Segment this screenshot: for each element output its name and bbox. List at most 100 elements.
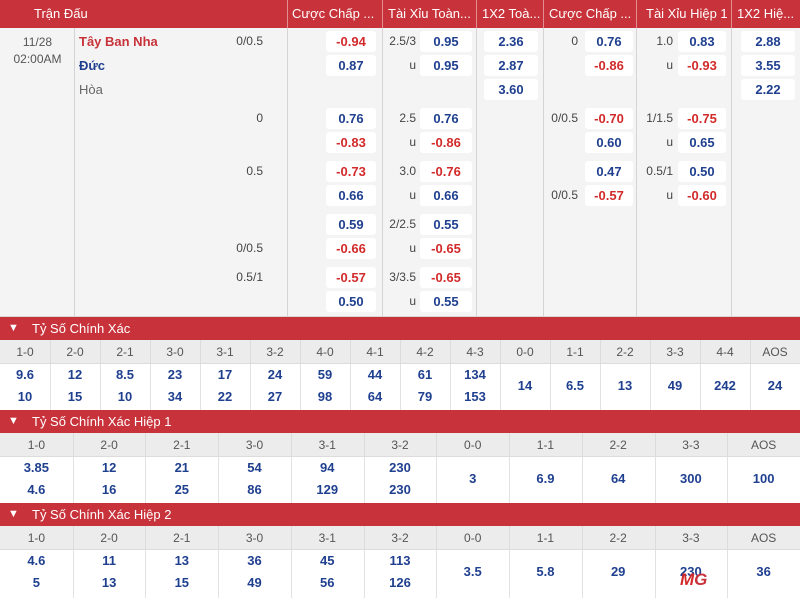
score-odd-button[interactable]: 36 — [218, 551, 291, 571]
score-odd-button[interactable]: 13 — [600, 376, 650, 396]
score-odd-button[interactable]: 113 — [364, 551, 437, 571]
ou-ft-odd-button[interactable]: -0.76 — [420, 161, 472, 182]
score-odd-button[interactable]: 129 — [291, 480, 364, 500]
section-correct-score-h2[interactable]: ▼ Tỷ Số Chính Xác Hiệp 2 — [0, 503, 800, 526]
ou-h1-odd-button[interactable]: -0.93 — [678, 55, 726, 76]
score-odd-button[interactable]: 12 — [50, 365, 100, 385]
score-odd-button[interactable]: 8.5 — [100, 365, 150, 385]
hdp-ft-odd-button[interactable]: 0.59 — [326, 214, 376, 235]
x12-h1-odd-button[interactable]: 3.55 — [741, 55, 795, 76]
chevron-down-icon[interactable]: ▼ — [8, 317, 19, 340]
score-odd-button[interactable]: 17 — [200, 365, 250, 385]
score-odd-button[interactable]: 153 — [450, 387, 500, 407]
score-odd-button[interactable]: 25 — [145, 480, 218, 500]
ou-ft-odd-button[interactable]: 0.76 — [420, 108, 472, 129]
hdp-h1-odd-button[interactable]: -0.70 — [585, 108, 633, 129]
score-odd-button[interactable]: 6.5 — [550, 376, 600, 396]
header-handicap-ft[interactable]: Cược Chấp ... — [292, 0, 382, 28]
score-odd-button[interactable]: 64 — [350, 387, 400, 407]
hdp-h1-odd-button[interactable]: 0.47 — [585, 161, 633, 182]
home-team[interactable]: Tây Ban Nha — [79, 34, 158, 49]
ou-h1-odd-button[interactable]: 0.65 — [678, 132, 726, 153]
chevron-down-icon[interactable]: ▼ — [8, 410, 19, 433]
score-odd-button[interactable]: 23 — [150, 365, 200, 385]
ou-ft-odd-button[interactable]: 0.95 — [420, 31, 472, 52]
score-odd-button[interactable]: 4.6 — [0, 480, 73, 500]
hdp-ft-odd-button[interactable]: -0.73 — [326, 161, 376, 182]
score-odd-button[interactable]: 86 — [218, 480, 291, 500]
header-ou-h1[interactable]: Tài Xỉu Hiệp 1 — [646, 0, 736, 28]
score-odd-button[interactable]: 10 — [100, 387, 150, 407]
chevron-down-icon[interactable]: ▼ — [8, 503, 19, 526]
away-team[interactable]: Đức — [79, 58, 105, 73]
hdp-ft-odd-button[interactable]: -0.57 — [326, 267, 376, 288]
score-odd-button[interactable]: 3.5 — [436, 562, 509, 582]
score-odd-button[interactable]: 14 — [500, 376, 550, 396]
score-odd-button[interactable]: 24 — [250, 365, 300, 385]
score-odd-button[interactable]: 94 — [291, 458, 364, 478]
hdp-ft-odd-button[interactable]: -0.94 — [326, 31, 376, 52]
score-odd-button[interactable]: 21 — [145, 458, 218, 478]
score-odd-button[interactable]: 5.8 — [509, 562, 582, 582]
score-odd-button[interactable]: 59 — [300, 365, 350, 385]
score-odd-button[interactable]: 126 — [364, 573, 437, 593]
x12-ft-odd-button[interactable]: 2.36 — [484, 31, 538, 52]
ou-ft-odd-button[interactable]: 0.66 — [420, 185, 472, 206]
ou-h1-odd-button[interactable]: 0.83 — [678, 31, 726, 52]
score-odd-button[interactable]: 9.6 — [0, 365, 50, 385]
ou-ft-odd-button[interactable]: -0.86 — [420, 132, 472, 153]
score-odd-button[interactable]: 24 — [750, 376, 800, 396]
score-odd-button[interactable]: 22 — [200, 387, 250, 407]
score-odd-button[interactable]: 49 — [218, 573, 291, 593]
score-odd-button[interactable]: 134 — [450, 365, 500, 385]
header-ou-ft[interactable]: Tài Xỉu Toàn... — [388, 0, 478, 28]
hdp-h1-odd-button[interactable]: 0.76 — [585, 31, 633, 52]
score-odd-button[interactable]: 49 — [650, 376, 700, 396]
score-odd-button[interactable]: 300 — [655, 469, 728, 489]
score-odd-button[interactable]: 230 — [364, 480, 437, 500]
score-odd-button[interactable]: 100 — [727, 469, 800, 489]
score-odd-button[interactable]: 6.9 — [509, 469, 582, 489]
score-odd-button[interactable]: 3.85 — [0, 458, 73, 478]
x12-ft-odd-button[interactable]: 2.87 — [484, 55, 538, 76]
ou-h1-odd-button[interactable]: -0.60 — [678, 185, 726, 206]
score-odd-button[interactable]: 13 — [145, 551, 218, 571]
ou-h1-odd-button[interactable]: 0.50 — [678, 161, 726, 182]
x12-ft-odd-button[interactable]: 3.60 — [484, 79, 538, 100]
score-odd-button[interactable]: 29 — [582, 562, 655, 582]
hdp-ft-odd-button[interactable]: 0.66 — [326, 185, 376, 206]
score-odd-button[interactable]: 4.6 — [0, 551, 73, 571]
score-odd-button[interactable]: 12 — [73, 458, 146, 478]
x12-h1-odd-button[interactable]: 2.88 — [741, 31, 795, 52]
score-odd-button[interactable]: 11 — [73, 551, 146, 571]
score-odd-button[interactable]: 3 — [436, 469, 509, 489]
score-odd-button[interactable]: 27 — [250, 387, 300, 407]
header-1x2-ft[interactable]: 1X2 Toà... — [482, 0, 542, 28]
hdp-h1-odd-button[interactable]: -0.57 — [585, 185, 633, 206]
ou-ft-odd-button[interactable]: 0.55 — [420, 291, 472, 312]
ou-ft-odd-button[interactable]: -0.65 — [420, 267, 472, 288]
hdp-ft-odd-button[interactable]: -0.83 — [326, 132, 376, 153]
score-odd-button[interactable]: 61 — [400, 365, 450, 385]
section-correct-score[interactable]: ▼ Tỷ Số Chính Xác — [0, 317, 800, 340]
hdp-ft-odd-button[interactable]: -0.66 — [326, 238, 376, 259]
score-odd-button[interactable]: 16 — [73, 480, 146, 500]
score-odd-button[interactable]: 44 — [350, 365, 400, 385]
hdp-ft-odd-button[interactable]: 0.76 — [326, 108, 376, 129]
section-correct-score-h1[interactable]: ▼ Tỷ Số Chính Xác Hiệp 1 — [0, 410, 800, 433]
score-odd-button[interactable]: 98 — [300, 387, 350, 407]
ou-ft-odd-button[interactable]: 0.55 — [420, 214, 472, 235]
score-odd-button[interactable]: 34 — [150, 387, 200, 407]
score-odd-button[interactable]: 64 — [582, 469, 655, 489]
header-1x2-h1[interactable]: 1X2 Hiệ... — [737, 0, 799, 28]
score-odd-button[interactable]: 79 — [400, 387, 450, 407]
ou-ft-odd-button[interactable]: -0.65 — [420, 238, 472, 259]
score-odd-button[interactable]: 13 — [73, 573, 146, 593]
hdp-ft-odd-button[interactable]: 0.50 — [326, 291, 376, 312]
score-odd-button[interactable]: 15 — [145, 573, 218, 593]
x12-h1-odd-button[interactable]: 2.22 — [741, 79, 795, 100]
score-odd-button[interactable]: 45 — [291, 551, 364, 571]
score-odd-button[interactable]: 242 — [700, 376, 750, 396]
hdp-h1-odd-button[interactable]: -0.86 — [585, 55, 633, 76]
score-odd-button[interactable]: 230 — [364, 458, 437, 478]
